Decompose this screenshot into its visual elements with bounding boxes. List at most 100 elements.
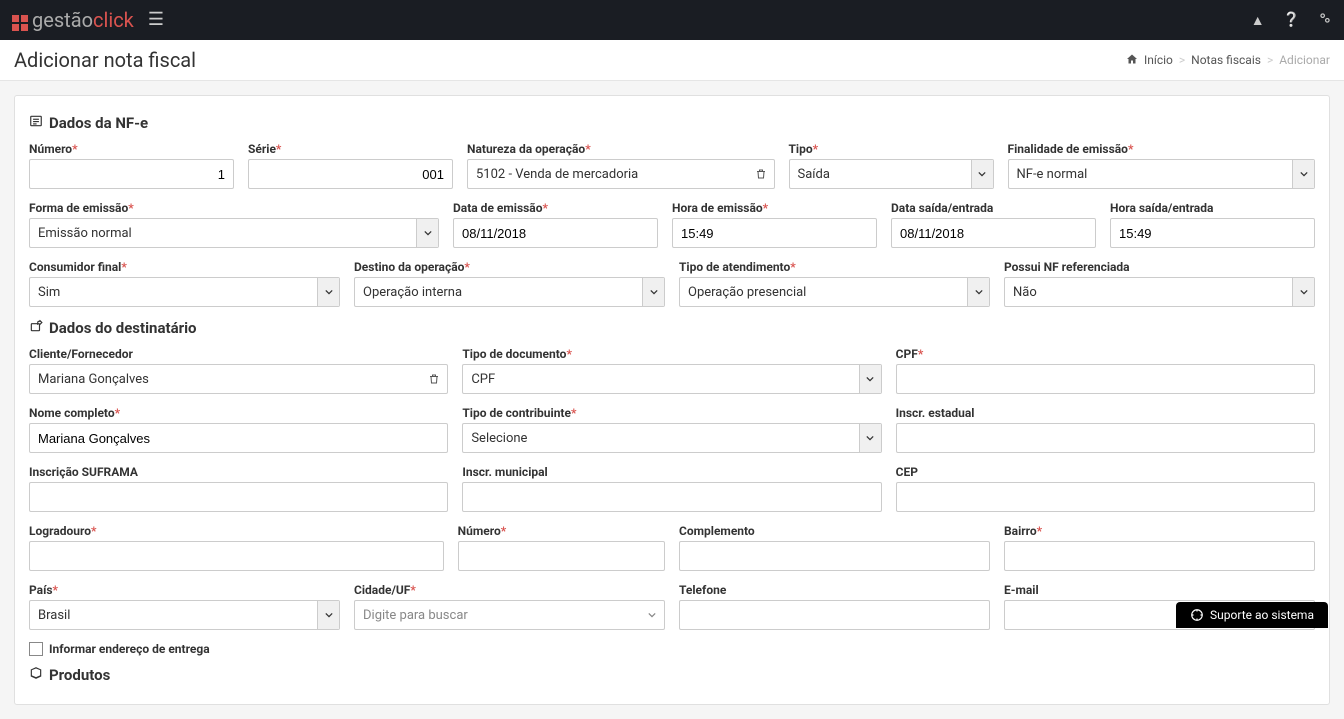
informar-endereco-row[interactable]: Informar endereço de entrega bbox=[29, 642, 1315, 656]
label-cpf: CPF bbox=[896, 347, 918, 361]
field-inscr-estadual: Inscr. estadual bbox=[896, 406, 1315, 453]
cliente-fornecedor-value: Mariana Gonçalves bbox=[30, 372, 421, 387]
finalidade-value: NF-e normal bbox=[1009, 167, 1293, 182]
data-saida-input[interactable] bbox=[891, 218, 1096, 248]
chevron-down-icon bbox=[859, 365, 881, 393]
breadcrumb-sep: > bbox=[1267, 53, 1273, 67]
section-prod-label: Produtos bbox=[49, 666, 110, 684]
topbar: gestãoclick ☰ ▲ ❔ bbox=[0, 0, 1344, 40]
label-telefone: Telefone bbox=[679, 583, 726, 597]
data-emissao-input[interactable] bbox=[453, 218, 658, 248]
logo-icon bbox=[12, 12, 28, 28]
inscr-estadual-input[interactable] bbox=[896, 423, 1315, 453]
chevron-down-icon bbox=[416, 219, 438, 247]
box-icon bbox=[29, 666, 43, 684]
label-inscricao-suframa: Inscrição SUFRAMA bbox=[29, 465, 138, 479]
field-numero-addr: Número* bbox=[458, 524, 665, 571]
form-panel: Dados da NF-e Número* Série* Natureza da… bbox=[14, 95, 1330, 705]
field-nome-completo: Nome completo* bbox=[29, 406, 448, 453]
logradouro-input[interactable] bbox=[29, 541, 444, 571]
field-numero: Número* bbox=[29, 142, 234, 189]
label-finalidade: Finalidade de emissão bbox=[1008, 142, 1128, 156]
serie-input[interactable] bbox=[248, 159, 453, 189]
cidade-uf-select[interactable]: Digite para buscar bbox=[354, 600, 665, 630]
field-cpf: CPF* bbox=[896, 347, 1315, 394]
field-tipo-contribuinte: Tipo de contribuinte* Selecione bbox=[462, 406, 881, 453]
consumidor-final-select[interactable]: Sim bbox=[29, 277, 340, 307]
forma-emissao-value: Emissão normal bbox=[30, 226, 416, 241]
destino-operacao-value: Operação interna bbox=[355, 285, 642, 300]
field-cliente-fornecedor: Cliente/Fornecedor Mariana Gonçalves bbox=[29, 347, 448, 394]
label-possui-nf-ref: Possui NF referenciada bbox=[1004, 260, 1130, 274]
destino-operacao-select[interactable]: Operação interna bbox=[354, 277, 665, 307]
share-icon bbox=[29, 319, 43, 337]
tipo-contribuinte-select[interactable]: Selecione bbox=[462, 423, 881, 453]
main-container: Dados da NF-e Número* Série* Natureza da… bbox=[0, 81, 1344, 719]
menu-toggle-icon[interactable]: ☰ bbox=[148, 11, 164, 29]
label-forma-emissao: Forma de emissão bbox=[29, 201, 128, 215]
field-forma-emissao: Forma de emissão* Emissão normal bbox=[29, 201, 439, 248]
label-cep: CEP bbox=[896, 465, 918, 479]
natureza-input[interactable]: 5102 - Venda de mercadoria bbox=[467, 159, 775, 189]
chevron-down-icon bbox=[317, 601, 339, 629]
label-inscr-estadual: Inscr. estadual bbox=[896, 406, 975, 420]
telefone-input[interactable] bbox=[679, 600, 990, 630]
field-serie: Série* bbox=[248, 142, 453, 189]
cep-input[interactable] bbox=[896, 482, 1315, 512]
label-bairro: Bairro bbox=[1004, 524, 1037, 538]
complemento-input[interactable] bbox=[679, 541, 990, 571]
hora-saida-input[interactable] bbox=[1110, 218, 1315, 248]
field-tipo: Tipo* Saída bbox=[789, 142, 994, 189]
inscricao-suframa-input[interactable] bbox=[29, 482, 448, 512]
support-button[interactable]: Suporte ao sistema bbox=[1176, 602, 1328, 628]
field-data-saida: Data saída/entrada bbox=[891, 201, 1096, 248]
hora-emissao-input[interactable] bbox=[672, 218, 877, 248]
cpf-input[interactable] bbox=[896, 364, 1315, 394]
tipo-atendimento-select[interactable]: Operação presencial bbox=[679, 277, 990, 307]
numero-addr-input[interactable] bbox=[458, 541, 665, 571]
chevron-down-icon bbox=[859, 424, 881, 452]
tipo-documento-select[interactable]: CPF bbox=[462, 364, 881, 394]
breadcrumb-home[interactable]: Início bbox=[1144, 53, 1173, 67]
breadcrumb: Início > Notas fiscais > Adicionar bbox=[1126, 53, 1330, 68]
tipo-select[interactable]: Saída bbox=[789, 159, 994, 189]
tipo-atendimento-value: Operação presencial bbox=[680, 285, 967, 300]
label-hora-emissao: Hora de emissão bbox=[672, 201, 763, 215]
finalidade-select[interactable]: NF-e normal bbox=[1008, 159, 1316, 189]
field-bairro: Bairro* bbox=[1004, 524, 1315, 571]
chevron-down-icon bbox=[317, 278, 339, 306]
cliente-fornecedor-input[interactable]: Mariana Gonçalves bbox=[29, 364, 448, 394]
possui-nf-ref-select[interactable]: Não bbox=[1004, 277, 1315, 307]
checkbox-icon[interactable] bbox=[29, 642, 43, 656]
section-dest-title: Dados do destinatário bbox=[29, 319, 1315, 337]
inscr-municipal-input[interactable] bbox=[462, 482, 881, 512]
cidade-uf-placeholder: Digite para buscar bbox=[363, 608, 468, 623]
help-icon[interactable]: ❔ bbox=[1283, 12, 1300, 28]
nome-completo-input[interactable] bbox=[29, 423, 448, 453]
consumidor-final-value: Sim bbox=[30, 285, 317, 300]
bairro-input[interactable] bbox=[1004, 541, 1315, 571]
label-inscr-municipal: Inscr. municipal bbox=[462, 465, 547, 479]
field-inscricao-suframa: Inscrição SUFRAMA bbox=[29, 465, 448, 512]
trash-icon[interactable] bbox=[748, 168, 774, 180]
breadcrumb-mid[interactable]: Notas fiscais bbox=[1191, 53, 1261, 67]
forma-emissao-select[interactable]: Emissão normal bbox=[29, 218, 439, 248]
natureza-value: 5102 - Venda de mercadoria bbox=[468, 167, 748, 182]
label-numero-addr: Número bbox=[458, 524, 501, 538]
informar-endereco-label: Informar endereço de entrega bbox=[49, 642, 210, 656]
settings-icon[interactable] bbox=[1318, 11, 1332, 29]
alert-icon[interactable]: ▲ bbox=[1251, 12, 1265, 29]
possui-nf-ref-value: Não bbox=[1005, 285, 1292, 300]
chevron-down-icon bbox=[642, 278, 664, 306]
tipo-documento-value: CPF bbox=[463, 372, 858, 387]
logo[interactable]: gestãoclick bbox=[12, 8, 134, 32]
label-destino-operacao: Destino da operação bbox=[354, 260, 464, 274]
label-complemento: Complemento bbox=[679, 524, 755, 538]
trash-icon[interactable] bbox=[421, 373, 447, 385]
breadcrumb-sep: > bbox=[1179, 53, 1185, 67]
tipo-contribuinte-value: Selecione bbox=[463, 431, 858, 446]
list-icon bbox=[29, 114, 43, 132]
section-nfe-title: Dados da NF-e bbox=[29, 114, 1315, 132]
pais-select[interactable]: Brasil bbox=[29, 600, 340, 630]
numero-input[interactable] bbox=[29, 159, 234, 189]
